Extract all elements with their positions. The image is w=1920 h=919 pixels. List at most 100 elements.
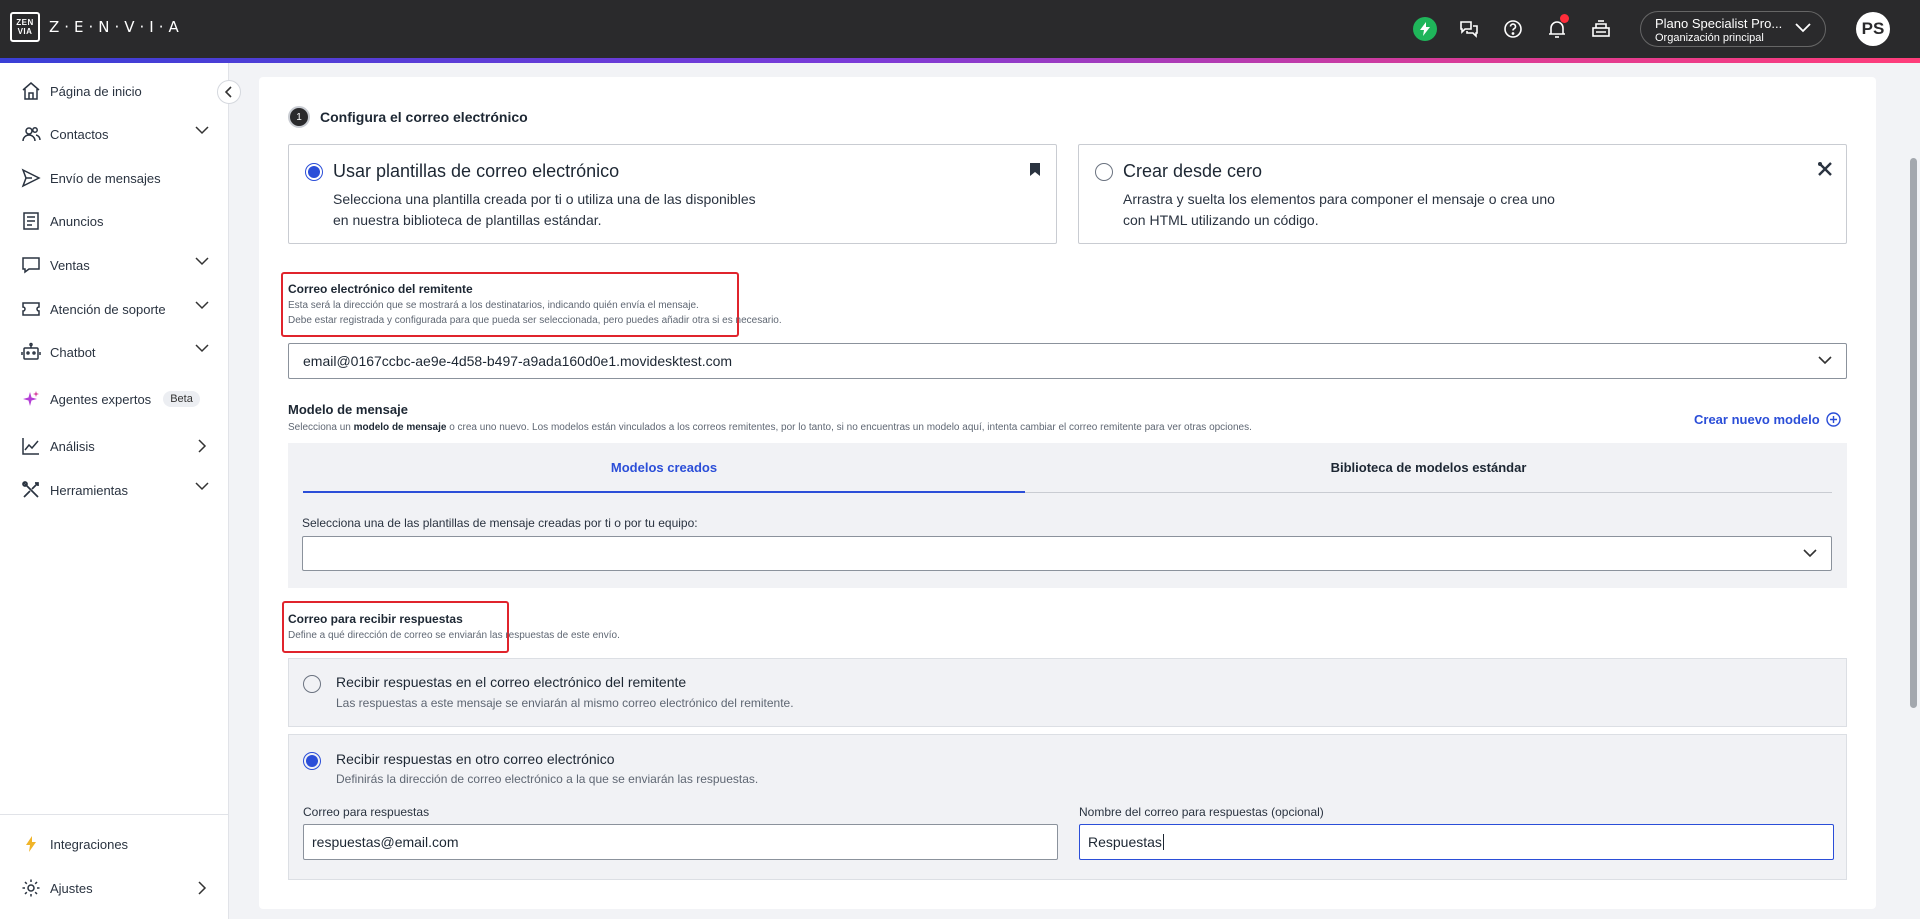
org-name: Plano Specialist Pro... — [1655, 16, 1783, 31]
create-model-label: Crear nuevo modelo — [1694, 412, 1820, 427]
help-icon[interactable] — [1498, 14, 1528, 44]
sidebar-item-analytics[interactable]: Análisis — [0, 428, 229, 464]
page-scrollbar[interactable] — [1906, 63, 1920, 919]
sender-title: Correo electrónico del remitente — [288, 282, 473, 296]
sidebar-item-label: Análisis — [50, 438, 95, 454]
model-description: Selecciona un modelo de mensaje o crea u… — [288, 420, 1252, 435]
reply-description: Define a qué dirección de correo se envi… — [288, 630, 620, 641]
option-description: Selecciona una plantilla creada por ti o… — [333, 189, 793, 231]
sender-desc-line2: Debe estar registrada y configurada para… — [288, 315, 782, 326]
sender-description: Esta será la dirección que se mostrará a… — [288, 298, 782, 328]
header-gradient-bar — [0, 58, 1920, 63]
sidebar-divider — [0, 814, 229, 815]
sidebar-item-chatbot[interactable]: Chatbot — [0, 334, 229, 370]
sidebar-item-label: Integraciones — [50, 836, 129, 852]
sidebar-item-label: Página de inicio — [50, 83, 142, 99]
send-icon — [20, 167, 42, 189]
sidebar: Página de inicio Contactos Envío de mens… — [0, 63, 241, 919]
sidebar-collapse-button[interactable] — [217, 80, 241, 104]
sender-desc-line1: Esta será la dirección que se mostrará a… — [288, 300, 699, 311]
chevron-left-icon — [225, 86, 232, 98]
reply-name-label: Nombre del correo para respuestas (opcio… — [1079, 805, 1324, 819]
sidebar-item-tools[interactable]: Herramientas — [0, 472, 229, 508]
integrations-icon — [20, 833, 42, 855]
option-scratch-card[interactable]: Crear desde cero Arrastra y suelta los e… — [1078, 144, 1847, 244]
scratch-radio[interactable] — [1095, 163, 1113, 181]
bell-icon[interactable] — [1542, 14, 1572, 44]
model-select[interactable] — [302, 536, 1832, 571]
chevron-down-icon — [1795, 23, 1811, 33]
sidebar-item-integrations[interactable]: Integraciones — [0, 826, 229, 862]
option-title: Usar plantillas de correo electrónico — [333, 161, 620, 181]
step-number: 1 — [288, 106, 310, 128]
chat-icon[interactable] — [1454, 14, 1484, 44]
plus-circle-icon — [1826, 412, 1841, 427]
chatbot-icon — [20, 341, 42, 363]
reply-option-description: Las respuestas a este mensaje se enviará… — [336, 696, 794, 710]
option-desc-line2: en nuestra biblioteca de plantillas está… — [333, 212, 602, 228]
chevron-down-icon — [195, 126, 209, 135]
reply-sender-radio[interactable] — [303, 675, 321, 693]
option-desc-line2: con HTML utilizando un código. — [1123, 212, 1319, 228]
organization-selector[interactable]: Plano Specialist Pro... Organización pri… — [1640, 11, 1826, 47]
sidebar-item-label: Herramientas — [50, 482, 129, 498]
logo-text: Z·E·N·V·I·A — [49, 18, 184, 36]
text-caret — [1162, 834, 1164, 850]
settings-icon — [20, 877, 42, 899]
reply-option-title: Recibir respuestas en otro correo electr… — [336, 751, 615, 767]
sidebar-item-messages[interactable]: Envío de mensajes — [0, 160, 229, 196]
step-title: Configura el correo electrónico — [320, 109, 528, 125]
inbox-icon[interactable] — [1586, 14, 1616, 44]
chevron-down-icon — [1818, 356, 1832, 365]
tools-icon — [20, 479, 42, 501]
sidebar-item-sales[interactable]: Ventas — [0, 247, 229, 283]
chevron-down-icon — [195, 482, 209, 491]
reply-option-other[interactable]: Recibir respuestas en otro correo electr… — [288, 734, 1847, 880]
reply-email-input[interactable]: respuestas@email.com — [303, 824, 1058, 860]
avatar[interactable]: PS — [1856, 12, 1890, 46]
sender-email-select[interactable]: email@0167ccbc-ae9e-4d58-b497-a9ada160d0… — [288, 343, 1847, 379]
sidebar-item-label: Agentes expertos — [50, 391, 152, 407]
org-subtitle: Organización principal — [1655, 32, 1764, 44]
analytics-icon — [20, 435, 42, 457]
reply-other-radio[interactable] — [303, 752, 321, 770]
top-bar: ZEN VIA Z·E·N·V·I·A Plano Specialist Pro… — [0, 0, 1920, 58]
templates-radio[interactable] — [305, 163, 323, 181]
scrollbar-thumb[interactable] — [1910, 158, 1917, 708]
create-model-button[interactable]: Crear nuevo modelo — [1694, 412, 1841, 427]
sidebar-item-announcements[interactable]: Anuncios — [0, 203, 229, 239]
tools-icon — [1818, 162, 1832, 176]
bolt-icon[interactable] — [1410, 14, 1440, 44]
reply-email-label: Correo para respuestas — [303, 805, 430, 819]
reply-name-input[interactable]: Respuestas — [1079, 824, 1834, 860]
sidebar-item-label: Ajustes — [50, 880, 93, 896]
sidebar-item-home[interactable]: Página de inicio — [0, 73, 229, 109]
model-desc-pre: Selecciona un — [288, 422, 354, 433]
support-icon — [20, 298, 42, 320]
sidebar-item-label: Atención de soporte — [50, 301, 166, 317]
tab-standard-library[interactable]: Biblioteca de modelos estándar — [1025, 443, 1832, 493]
bookmark-icon — [1030, 163, 1040, 176]
model-desc-bold: modelo de mensaje — [353, 422, 447, 433]
beta-badge: Beta — [163, 391, 200, 407]
option-desc-line1: Arrastra y suelta los elementos para com… — [1123, 191, 1555, 207]
option-templates-card[interactable]: Usar plantillas de correo electrónico Se… — [288, 144, 1057, 244]
reply-option-sender[interactable]: Recibir respuestas en el correo electrón… — [288, 658, 1847, 727]
option-title: Crear desde cero — [1123, 161, 1263, 181]
sidebar-item-label: Envío de mensajes — [50, 170, 161, 186]
reply-email-value: respuestas@email.com — [312, 834, 459, 850]
announcements-icon — [20, 210, 42, 232]
sidebar-item-support[interactable]: Atención de soporte — [0, 291, 229, 327]
sidebar-item-settings[interactable]: Ajustes — [0, 870, 229, 906]
model-panel: Modelos creados Biblioteca de modelos es… — [288, 443, 1847, 588]
sidebar-item-label: Ventas — [50, 257, 90, 273]
logo-mark: ZEN VIA — [10, 12, 40, 42]
tab-created-models[interactable]: Modelos creados — [303, 443, 1025, 493]
sidebar-item-label: Chatbot — [50, 344, 96, 360]
chevron-right-icon — [198, 439, 207, 453]
reply-title: Correo para recibir respuestas — [288, 612, 463, 626]
zenvia-logo[interactable]: ZEN VIA Z·E·N·V·I·A — [10, 12, 184, 42]
sidebar-item-contacts[interactable]: Contactos — [0, 116, 229, 152]
logo-mark-line1: ZEN — [16, 18, 34, 27]
sidebar-item-expert-agents[interactable]: Agentes expertos Beta — [0, 381, 229, 417]
